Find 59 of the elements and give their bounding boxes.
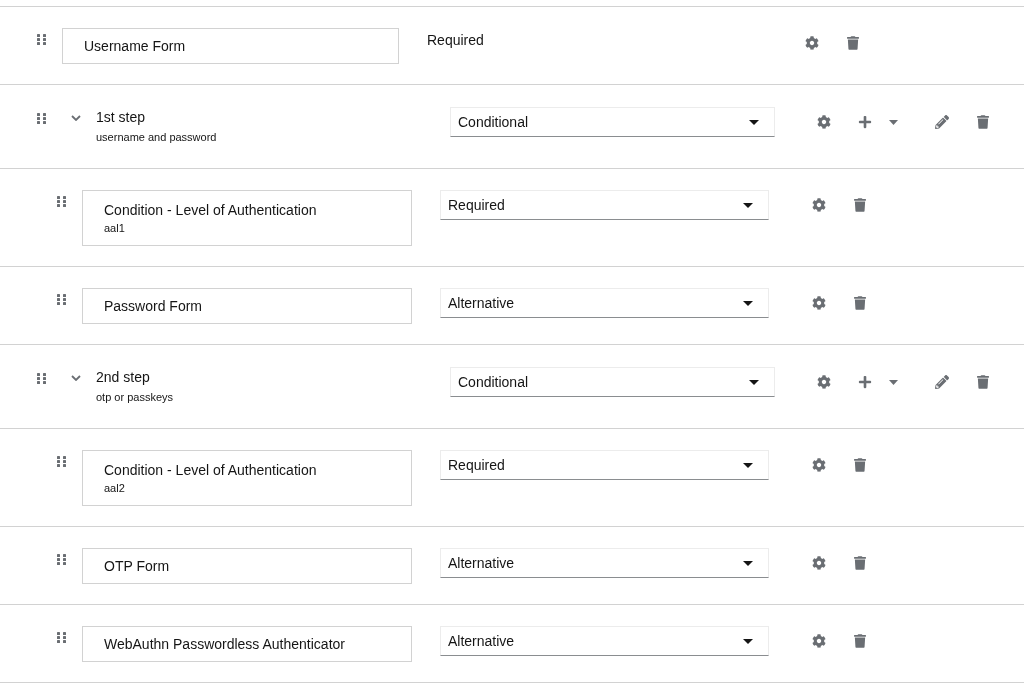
drag-handle-icon[interactable] bbox=[57, 632, 66, 643]
trash-icon bbox=[977, 375, 989, 389]
chevron-down-icon[interactable] bbox=[71, 375, 81, 381]
execution-description: aal1 bbox=[104, 221, 126, 236]
requirement-select[interactable]: Conditional bbox=[450, 107, 775, 137]
drag-handle-icon[interactable] bbox=[37, 373, 46, 384]
execution-name: OTP Form bbox=[104, 557, 171, 576]
caret-icon bbox=[743, 202, 753, 208]
drag-handle-icon[interactable] bbox=[37, 113, 46, 124]
drag-handle-icon[interactable] bbox=[57, 456, 66, 467]
pencil-icon bbox=[935, 375, 949, 389]
caret-icon bbox=[743, 462, 753, 468]
trash-icon bbox=[977, 115, 989, 129]
execution-name: Condition - Level of Authentication bbox=[104, 461, 318, 480]
execution-name: Condition - Level of Authentication bbox=[104, 201, 318, 220]
flow-name: 1st step bbox=[96, 108, 147, 127]
drag-handle-icon[interactable] bbox=[57, 554, 66, 565]
settings-icon bbox=[817, 375, 831, 389]
trash-icon bbox=[854, 556, 866, 570]
plus-icon bbox=[858, 115, 872, 129]
trash-icon bbox=[854, 198, 866, 212]
settings-icon bbox=[812, 458, 826, 472]
plus-icon bbox=[858, 375, 872, 389]
settings-icon bbox=[812, 296, 826, 310]
caret-icon bbox=[743, 300, 753, 306]
drag-handle-icon[interactable] bbox=[57, 294, 66, 305]
caret-icon bbox=[743, 638, 753, 644]
trash-icon bbox=[854, 296, 866, 310]
trash-icon bbox=[854, 458, 866, 472]
requirement-select[interactable]: Conditional bbox=[450, 367, 775, 397]
requirement-select[interactable]: Alternative bbox=[440, 626, 769, 656]
settings-icon bbox=[805, 36, 819, 50]
flow-description: username and password bbox=[96, 130, 218, 145]
settings-icon bbox=[812, 634, 826, 648]
settings-icon bbox=[817, 115, 831, 129]
caret-icon bbox=[889, 379, 898, 385]
drag-handle-icon[interactable] bbox=[57, 196, 66, 207]
drag-handle-icon[interactable] bbox=[37, 34, 46, 45]
execution-name: Username Form bbox=[84, 37, 187, 56]
trash-icon bbox=[847, 36, 859, 50]
execution-description: aal2 bbox=[104, 481, 126, 496]
execution-name: WebAuthn Passwordless Authenticator bbox=[104, 635, 346, 654]
flow-description: otp or passkeys bbox=[96, 390, 175, 405]
settings-icon bbox=[812, 198, 826, 212]
caret-icon bbox=[749, 119, 759, 125]
requirement-select[interactable]: Required bbox=[440, 450, 769, 480]
requirement-select[interactable]: Required bbox=[440, 190, 769, 220]
caret-icon bbox=[889, 119, 898, 125]
chevron-down-icon[interactable] bbox=[71, 115, 81, 121]
caret-icon bbox=[743, 560, 753, 566]
requirement-select[interactable]: Alternative bbox=[440, 548, 769, 578]
requirement-select[interactable]: Alternative bbox=[440, 288, 769, 318]
execution-name: Password Form bbox=[104, 297, 204, 316]
pencil-icon bbox=[935, 115, 949, 129]
flow-name: 2nd step bbox=[96, 368, 151, 387]
caret-icon bbox=[749, 379, 759, 385]
requirement-label: Required bbox=[427, 31, 484, 50]
settings-icon bbox=[812, 556, 826, 570]
trash-icon bbox=[854, 634, 866, 648]
